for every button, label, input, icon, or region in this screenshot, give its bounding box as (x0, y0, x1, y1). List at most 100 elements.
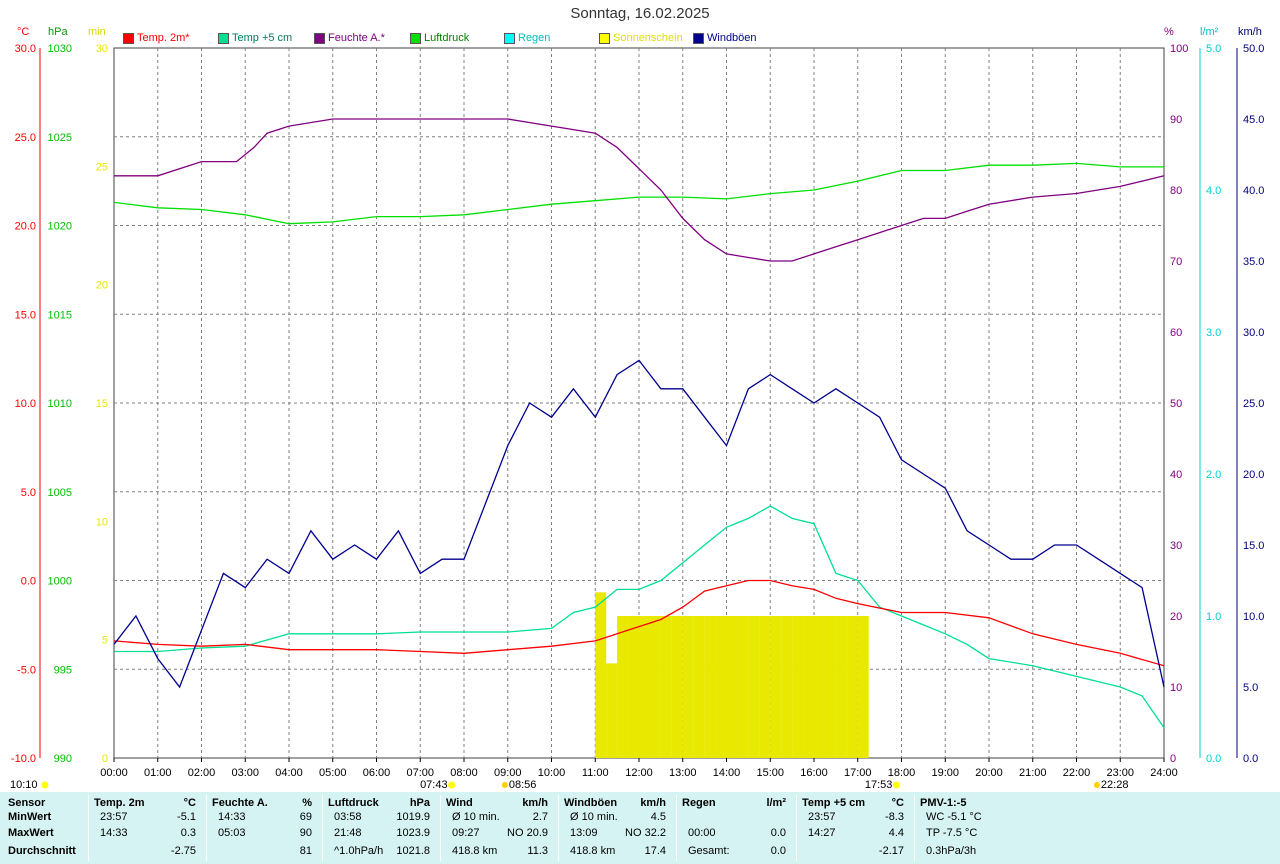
stats-unit: l/m² (766, 797, 786, 809)
pct-tick-label: 100 (1170, 43, 1188, 55)
sunshine-bar (857, 616, 869, 758)
x-tick-label: 05:00 (319, 767, 347, 779)
sunshine-bar (748, 616, 760, 758)
x-tick-label: 17:00 (844, 767, 872, 779)
stats-separator (796, 795, 797, 861)
moonrise-label: 22:28 (1101, 779, 1129, 791)
x-tick-label: 02:00 (188, 767, 216, 779)
sunrise-label: 07:43 (420, 779, 448, 791)
sunset-label: 17:53 (865, 779, 893, 791)
temp-tick-label: 25.0 (15, 132, 36, 144)
rain-tick-label: 4.0 (1206, 185, 1221, 197)
moonrise-icon (1093, 782, 1100, 788)
min-tick-label: 20 (96, 280, 108, 292)
x-tick-label: 04:00 (275, 767, 303, 779)
rain-tick-label: 2.0 (1206, 469, 1221, 481)
stats-separator (88, 795, 89, 861)
stats-column: Temp. 2m °C 23:57 -5.1 14:33 0.3 -2.75 (92, 792, 202, 864)
kmh-tick-label: 0.0 (1243, 753, 1258, 765)
stats-separator (440, 795, 441, 861)
stats-column: Windböen km/h Ø 10 min. 4.5 13:09 NO 32.2 418.… (562, 792, 672, 864)
hpa-tick-label: 1025 (48, 132, 72, 144)
x-tick-label: 00:00 (100, 767, 128, 779)
stats-cell-value: 2.7 (532, 811, 548, 823)
kmh-tick-label: 35.0 (1243, 256, 1264, 268)
stats-cell-value: 17.4 (644, 845, 666, 857)
sunshine-bar (617, 616, 629, 758)
stats-header: Sensor (8, 797, 46, 809)
stats-cell-value: 4.5 (650, 811, 666, 823)
sunshine-bar (726, 616, 738, 758)
x-tick-label: 08:00 (450, 767, 478, 779)
kmh-tick-label: 40.0 (1243, 185, 1264, 197)
sunshine-bar (628, 616, 639, 758)
stats-unit: % (302, 797, 312, 809)
pct-tick-label: 50 (1170, 398, 1182, 410)
x-tick-label: 21:00 (1019, 767, 1047, 779)
stats-unit: km/h (640, 797, 666, 809)
min-tick-label: 30 (96, 43, 108, 55)
x-tick-label: 01:00 (144, 767, 172, 779)
stats-cell-label: MinWert (8, 811, 52, 823)
stats-cell-label: TP -7.5 °C (926, 827, 978, 839)
x-tick-label: 11:00 (582, 767, 609, 779)
stats-separator (676, 795, 677, 861)
stats-separator (322, 795, 323, 861)
sunshine-bar (824, 616, 836, 758)
daylength-sun-icon (41, 781, 49, 789)
temp-tick-label: 15.0 (15, 309, 36, 321)
sunshine-bar (835, 616, 847, 758)
min-tick-label: 25 (96, 161, 108, 173)
kmh-tick-label: 30.0 (1243, 327, 1264, 339)
x-tick-label: 23:00 (1106, 767, 1134, 779)
temp-tick-label: 30.0 (15, 43, 36, 55)
kmh-tick-label: 25.0 (1243, 398, 1264, 410)
sunshine-bar (595, 592, 607, 758)
pct-tick-label: 70 (1170, 256, 1182, 268)
moonset-icon (501, 782, 508, 788)
hpa-tick-label: 1020 (48, 221, 72, 233)
kmh-tick-label: 50.0 (1243, 43, 1264, 55)
pct-tick-label: 90 (1170, 114, 1182, 126)
stats-cell-value: -8.3 (885, 811, 904, 823)
sunset-icon (892, 781, 900, 789)
sunrise-icon (448, 781, 456, 789)
stats-cell-value: -5.1 (177, 811, 196, 823)
hpa-tick-label: 1030 (48, 43, 72, 55)
stats-separator (558, 795, 559, 861)
sunshine-bar (759, 616, 771, 758)
stats-cell-label: MaxWert (8, 827, 54, 839)
stats-cell-value: 1021.8 (396, 845, 430, 857)
kmh-tick-label: 15.0 (1243, 540, 1264, 552)
sunshine-bar (606, 663, 618, 758)
min-tick-label: 10 (96, 516, 108, 528)
stats-cell-value: 90 (299, 827, 312, 839)
sunshine-bar (715, 616, 727, 758)
stats-cell-value: 0.0 (770, 827, 786, 839)
stats-column: Regen l/m² 00:00 0.0 Gesamt: 0.0 (680, 792, 792, 864)
sunshine-bar (639, 616, 650, 758)
temp-tick-label: 0.0 (21, 576, 36, 588)
x-tick-label: 13:00 (669, 767, 697, 779)
stats-separator (914, 795, 915, 861)
x-tick-label: 14:00 (713, 767, 741, 779)
stats-unit: km/h (522, 797, 548, 809)
stats-cell-value: 1019.9 (396, 811, 430, 823)
stats-cell-mid: NO 20.9 (507, 827, 548, 839)
pct-tick-label: 20 (1170, 611, 1182, 623)
sunshine-bar (846, 616, 858, 758)
moonset-label: 08:56 (509, 779, 537, 791)
x-tick-label: 10:00 (538, 767, 566, 779)
rain-tick-label: 5.0 (1206, 43, 1221, 55)
temp-tick-label: 10.0 (15, 398, 36, 410)
stats-cell-value: -2.17 (878, 845, 904, 857)
temp-tick-label: -5.0 (17, 664, 36, 676)
stats-cell-value: 69 (299, 811, 312, 823)
sunshine-bar (814, 616, 825, 758)
min-tick-label: 15 (96, 398, 108, 410)
stats-panel: Sensor MinWert MaxWert Durchschnitt Temp. 2m… (0, 792, 1280, 864)
temp-tick-label: 5.0 (21, 487, 36, 499)
sunshine-bar (649, 616, 661, 758)
hpa-tick-label: 1015 (48, 309, 72, 321)
stats-cell-value: -2.75 (170, 845, 196, 857)
